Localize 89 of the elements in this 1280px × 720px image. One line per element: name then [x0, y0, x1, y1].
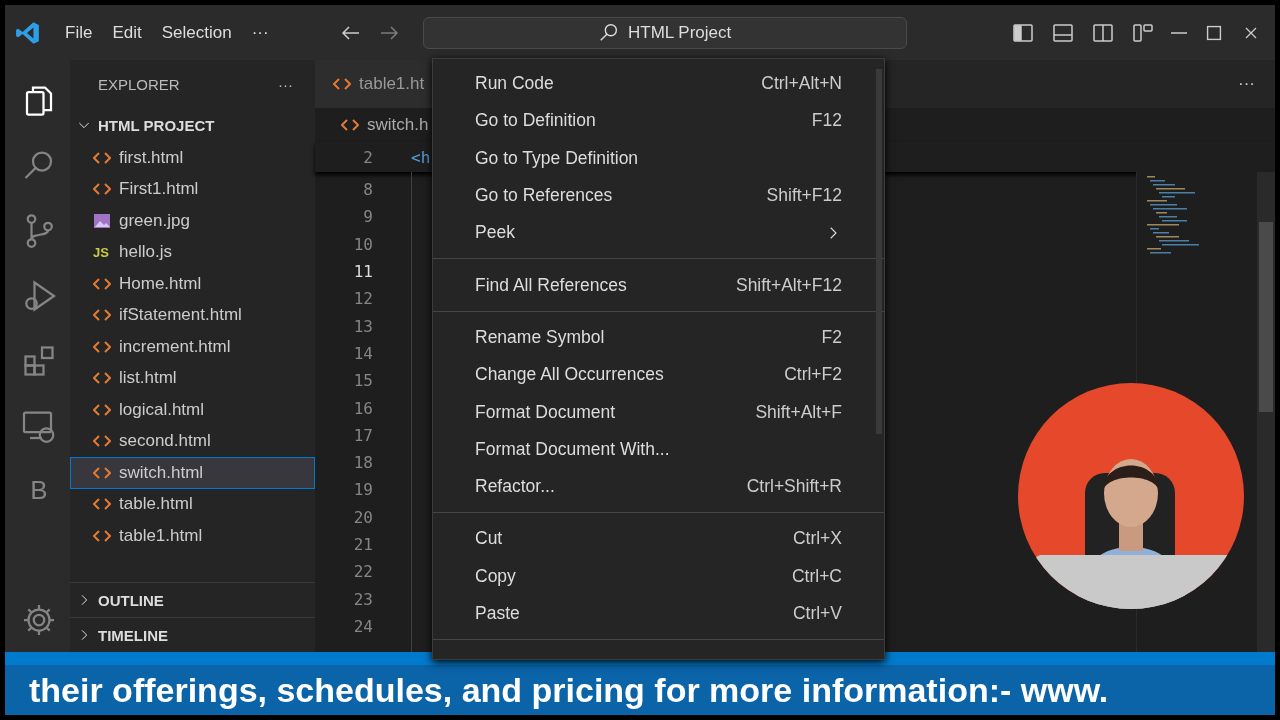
line-number: 14: [352, 343, 373, 363]
shortcut-text: Ctrl+X: [792, 528, 842, 550]
html-file-icon: [93, 182, 111, 197]
shortcut-text: Shift+Alt+F12: [735, 274, 842, 296]
explorer-entry[interactable]: logical.html: [70, 394, 315, 426]
menu-item[interactable]: ···: [241, 18, 279, 47]
menu-item[interactable]: Peek: [433, 214, 884, 252]
html-file-icon: [93, 402, 111, 417]
explorer-entry[interactable]: switch.html: [70, 457, 315, 489]
line-number: 18: [352, 453, 373, 473]
line-number: 12: [352, 289, 373, 309]
menu-item[interactable]: Go to Type Definition: [433, 139, 884, 177]
minimize-icon[interactable]: [1171, 31, 1187, 34]
menu-item[interactable]: Selection: [151, 18, 242, 47]
app-logo: [15, 19, 41, 46]
html-file-icon: [93, 308, 111, 323]
line-number: 2: [362, 147, 373, 167]
explorer-entry[interactable]: first.html: [70, 142, 315, 174]
shortcut-text: Ctrl+C: [791, 565, 842, 587]
line-number: 24: [352, 616, 373, 636]
explorer-entry[interactable]: First1.html: [70, 173, 315, 205]
explorer-entry[interactable]: ifStatement.html: [70, 299, 315, 331]
html-file-icon: [93, 276, 111, 291]
line-number: 23: [352, 589, 373, 609]
project-header[interactable]: HTML PROJECT: [70, 108, 315, 142]
menu-item[interactable]: Format Document With...: [433, 430, 884, 468]
explorer-entry[interactable]: list.html: [70, 362, 315, 394]
shortcut-text: F2: [821, 326, 842, 348]
html-file-icon: [93, 150, 111, 165]
line-number: 16: [352, 398, 373, 418]
menu-item[interactable]: Cut Ctrl+X: [433, 520, 884, 558]
line-number: 11: [352, 262, 373, 282]
explorer-entry[interactable]: green.jpg: [70, 205, 315, 237]
shortcut-text: Shift+F12: [766, 185, 842, 207]
html-file-icon: [341, 118, 359, 132]
shortcut-text: Shift+Alt+F: [755, 401, 842, 423]
shortcut-text: Ctrl+V: [792, 603, 842, 624]
menu-item[interactable]: File: [55, 18, 103, 47]
breadcrumb[interactable]: switch.h: [367, 115, 429, 135]
explorer-entry[interactable]: Home.html: [70, 268, 315, 300]
line-number: 19: [352, 480, 373, 500]
line-number: 13: [352, 316, 373, 336]
menu-item[interactable]: Copy Ctrl+C: [433, 557, 884, 595]
script-file-icon: JS: [93, 244, 111, 260]
image-file-icon: [93, 212, 111, 229]
menu-item[interactable]: Rename Symbol F2: [433, 318, 884, 357]
html-file-icon: [93, 465, 111, 480]
shortcut-text: Ctrl+F2: [784, 364, 842, 386]
menu-item[interactable]: Go to Definition F12: [433, 102, 884, 140]
menu-item[interactable]: Go to References Shift+F12: [433, 176, 884, 215]
shortcut-text: F12: [811, 110, 842, 132]
activity-button[interactable]: B: [5, 458, 70, 523]
menu-item[interactable]: Run Code Ctrl+Alt+N: [433, 65, 884, 103]
scrollbar-thumb[interactable]: [1259, 222, 1273, 412]
explorer-entry[interactable]: table.html: [70, 488, 315, 520]
menu-item[interactable]: Paste Ctrl+V: [433, 594, 884, 633]
html-file-icon: [93, 371, 111, 386]
html-file-icon: [93, 528, 111, 543]
menu-item[interactable]: Find All References Shift+Alt+F12: [433, 266, 884, 304]
line-number: 20: [352, 507, 373, 527]
more-actions-button[interactable]: ···: [1238, 74, 1255, 94]
code-text: <h: [411, 147, 431, 167]
explorer-entry[interactable]: second.html: [70, 425, 315, 457]
menu-item[interactable]: Change All Occurrences Ctrl+F2: [433, 356, 884, 394]
menu-item[interactable]: Format Document Shift+Alt+F: [433, 393, 884, 431]
line-number: 10: [352, 234, 373, 254]
menu-item[interactable]: Refactor... Ctrl+Shift+R: [433, 467, 884, 506]
html-file-icon: [333, 77, 351, 91]
html-file-icon: [93, 497, 111, 512]
line-number: 8: [362, 180, 373, 200]
line-number: 9: [362, 207, 373, 227]
explorer-entry[interactable]: increment.html: [70, 331, 315, 363]
search-icon: [598, 21, 620, 44]
line-number: 22: [352, 562, 373, 582]
ticker-text: their offerings, schedules, and pricing for more information:- www.: [29, 670, 1109, 710]
line-number: 15: [352, 371, 373, 391]
explorer-entry[interactable]: JS hello.js: [70, 236, 315, 268]
line-number: 17: [352, 425, 373, 445]
more-actions-button[interactable]: ···: [278, 75, 293, 93]
shortcut-text: Ctrl+Shift+R: [746, 476, 842, 498]
command-search-field[interactable]: HTML Project: [422, 16, 907, 49]
editor-tab[interactable]: table1.ht: [315, 60, 433, 108]
panel-title: EXPLORER: [98, 75, 180, 93]
html-file-icon: [93, 434, 111, 449]
menu-item[interactable]: Edit: [102, 18, 152, 47]
line-number: 21: [352, 535, 373, 554]
html-file-icon: [93, 339, 111, 354]
shortcut-text: Ctrl+Alt+N: [761, 73, 842, 95]
explorer-entry[interactable]: table1.html: [70, 520, 315, 552]
